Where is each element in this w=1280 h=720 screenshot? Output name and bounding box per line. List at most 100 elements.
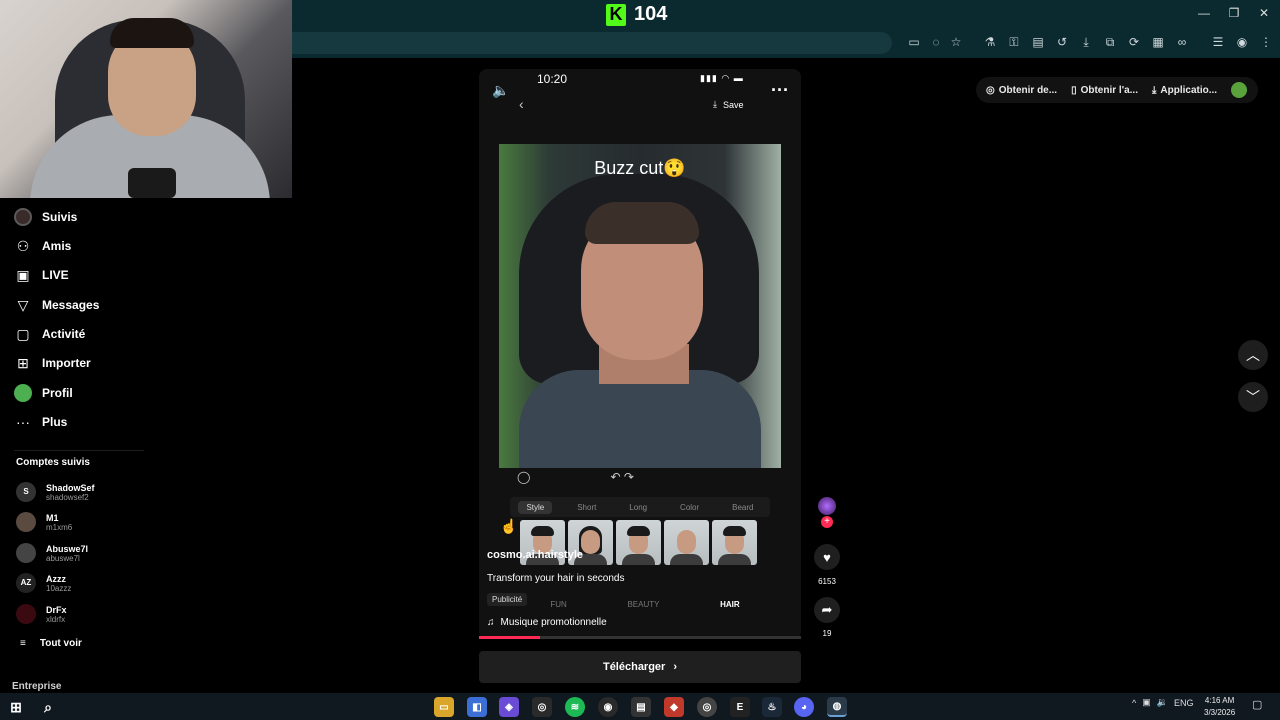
sidebar-item-label: Profil (42, 386, 73, 400)
save-label: Save (722, 99, 744, 110)
hairstyle-thumbnail[interactable] (664, 520, 709, 565)
sidebar-item-profile[interactable]: Profil (14, 381, 73, 405)
close-button[interactable]: ✕ (1252, 4, 1276, 22)
tab-color[interactable]: Color (672, 501, 707, 514)
epic-games-icon[interactable]: E (730, 697, 750, 717)
desktop-app-button[interactable]: ⤓ Applicatio... (1152, 85, 1217, 96)
user-avatar[interactable] (1231, 82, 1248, 98)
tab-style[interactable]: Style (518, 500, 553, 514)
like-button[interactable]: ♥ (814, 544, 840, 570)
notification-icon[interactable]: ▢ (1252, 698, 1262, 711)
windows-start-icon[interactable]: ⊞ (6, 697, 26, 717)
phone-icon: ▯ (1071, 84, 1077, 96)
cast-icon[interactable]: ▭ (906, 34, 922, 50)
like-count: 6153 (818, 577, 836, 586)
creator-avatar[interactable] (818, 497, 836, 515)
followed-account[interactable]: S ShadowSef shadowsef2 (16, 479, 95, 505)
music-row[interactable]: ♫ Musique promotionnelle (487, 617, 607, 628)
link-icon[interactable]: ∞ (1174, 34, 1190, 50)
sidebar-item-more[interactable]: ··· Plus (14, 410, 67, 434)
search-icon[interactable]: ⌕ (38, 697, 58, 717)
share-count: 19 (822, 629, 832, 638)
clock[interactable]: 4:16 AM 3/3/2026 (1204, 695, 1235, 719)
game-icon[interactable]: ◈ (499, 697, 519, 717)
account-handle: 10azzz (46, 583, 72, 593)
sidebar-item-friends[interactable]: ⚇ Amis (14, 234, 72, 258)
card-icon[interactable]: ▤ (1030, 34, 1046, 50)
tab-long[interactable]: Long (621, 501, 655, 514)
next-video-button[interactable]: ﹀ (1238, 382, 1268, 412)
discord-icon[interactable]: ◕ (794, 697, 814, 717)
sidebar-item-messages[interactable]: ▽ Messages (14, 293, 100, 317)
grid-icon[interactable]: ▦ (1150, 34, 1166, 50)
get-app-button[interactable]: ▯ Obtenir l'a... (1071, 85, 1138, 96)
ad-username[interactable]: cosmo.ai.hairstyle (487, 549, 583, 561)
sidebar-item-label: Plus (42, 415, 68, 429)
history-icon[interactable]: ↺ (1054, 34, 1070, 50)
eye-off-icon[interactable]: ◌ (928, 34, 944, 50)
address-input[interactable] (292, 32, 892, 54)
sidebar-item-label: Suivis (42, 210, 78, 224)
speaker-icon[interactable]: 🔉 (1157, 697, 1168, 708)
previous-video-button[interactable]: ︿ (1238, 340, 1268, 370)
spotify-icon[interactable]: ≋ (565, 697, 585, 717)
follow-plus-button[interactable]: + (821, 516, 833, 528)
download-app-button[interactable]: Télécharger › (479, 651, 801, 683)
profile-icon[interactable]: ◉ (1234, 34, 1250, 50)
kebab-menu-icon[interactable]: ⋮ (1258, 34, 1274, 50)
followed-account[interactable]: DrFx xldrfx (16, 601, 67, 627)
steam-icon[interactable]: ♨ (762, 697, 782, 717)
extension-icon[interactable]: ⚗ (982, 34, 998, 50)
avatar: AZ (16, 573, 36, 593)
tab-fun[interactable]: FUN (550, 600, 566, 609)
language-indicator[interactable]: ENG (1174, 698, 1194, 708)
messages-icon: ▽ (17, 297, 29, 313)
undo-icon[interactable]: ↶ ↷ (610, 470, 633, 484)
save-button[interactable]: ⤓ Save (713, 99, 744, 110)
more-options-icon[interactable]: ··· (771, 80, 789, 101)
chrome-icon[interactable]: ◍ (827, 697, 847, 717)
sidebar-item-live[interactable]: ▣ LIVE (14, 263, 68, 287)
followed-account[interactable]: M1 m1xm6 (16, 509, 72, 535)
tab-beauty[interactable]: BEAUTY (627, 600, 659, 609)
upload-icon: ⊞ (17, 355, 29, 371)
tab-short[interactable]: Short (569, 501, 604, 514)
get-coins-label: Obtenir de... (998, 84, 1058, 96)
hairstyle-thumbnail[interactable] (616, 520, 661, 565)
store-icon[interactable]: ◧ (467, 697, 487, 717)
download-icon[interactable]: ⤓ (1078, 34, 1094, 50)
obs-icon[interactable]: ◉ (598, 697, 618, 717)
restore-button[interactable]: ❐ (1222, 4, 1246, 22)
sidebar-item-activity[interactable]: ▢ Activité (14, 322, 85, 346)
see-all-link[interactable]: ≡ Tout voir (20, 638, 82, 649)
tab-hair[interactable]: HAIR (720, 600, 740, 609)
sidebar-item-following[interactable]: Suivis (14, 205, 77, 229)
refresh-icon[interactable]: ⟳ (1126, 34, 1142, 50)
compare-icon[interactable]: ◯ (517, 470, 530, 484)
account-name: ShadowSef (46, 482, 95, 493)
app-icon[interactable]: ▤ (631, 697, 651, 717)
steelseries-icon[interactable]: ◎ (532, 697, 552, 717)
hairstyle-thumbnail[interactable] (712, 520, 757, 565)
sidebar-item-upload[interactable]: ⊞ Importer (14, 351, 91, 375)
phone-status-icons: ▮▮▮ ◠ ▬ (700, 73, 744, 83)
menu-lines-icon[interactable]: ☰ (1210, 34, 1226, 50)
followed-account[interactable]: Abuswe7l abuswe7l (16, 540, 88, 566)
get-coins-button[interactable]: ◎ Obtenir de... (986, 85, 1057, 96)
sidebar-item-label: Activité (42, 327, 86, 341)
recording-icon[interactable]: ◆ (664, 697, 684, 717)
volume-icon[interactable]: 🔈 (492, 82, 509, 99)
minimize-button[interactable]: — (1192, 4, 1216, 22)
company-link[interactable]: Entreprise (12, 681, 61, 692)
share-button[interactable]: ➦ (814, 597, 840, 623)
target-icon[interactable]: ◎ (697, 697, 717, 717)
translate-icon[interactable]: ⧉ (1102, 34, 1118, 50)
followed-account[interactable]: AZ Azzz 10azzz (16, 570, 71, 596)
tab-beard[interactable]: Beard (724, 501, 761, 514)
star-icon[interactable]: ☆ (948, 34, 964, 50)
back-chevron-icon[interactable]: ‹ (519, 96, 524, 112)
network-icon[interactable]: ▣ (1142, 697, 1151, 708)
key-icon[interactable]: ⚿ (1006, 34, 1022, 50)
file-explorer-icon[interactable]: ▭ (434, 697, 454, 717)
chevron-up-icon[interactable]: ^ (1132, 698, 1136, 708)
